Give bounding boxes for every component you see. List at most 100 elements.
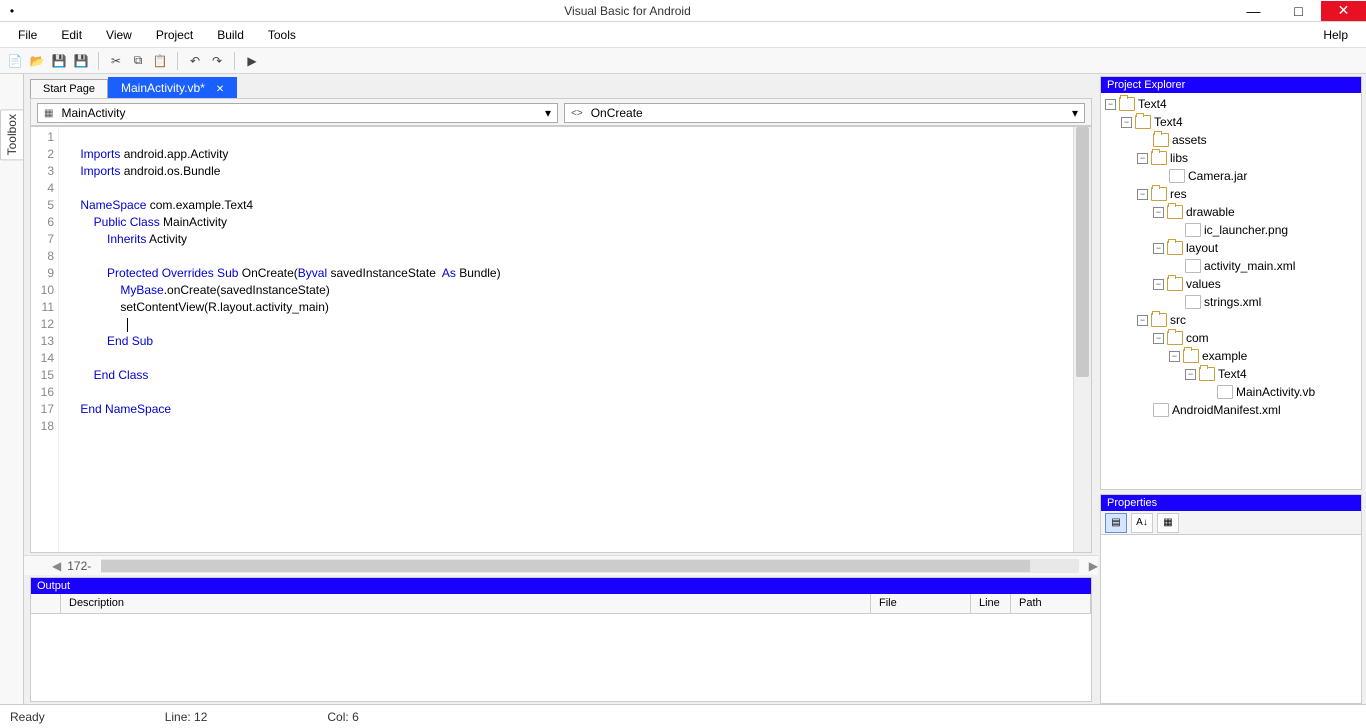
properties-panel: Properties ▤ A↓ ▦ (1100, 494, 1362, 704)
code-area[interactable]: Imports android.app.Activity Imports and… (59, 127, 1073, 552)
collapse-icon[interactable]: − (1185, 369, 1196, 380)
status-col: Col: 6 (327, 710, 358, 724)
method-dropdown[interactable]: <>OnCreate ▾ (564, 103, 1085, 123)
horizontal-scrollbar[interactable] (101, 559, 1079, 573)
categorized-icon[interactable]: ▤ (1105, 513, 1127, 533)
property-pages-icon[interactable]: ▦ (1157, 513, 1179, 533)
nav-right-icon[interactable]: ▶ (1089, 559, 1098, 573)
app-icon: • (0, 4, 24, 18)
collapse-icon[interactable]: − (1137, 153, 1148, 164)
toolbar: 📄 📂 💾 💾 ✂ ⧉ 📋 ↶ ↷ ▶ (0, 48, 1366, 74)
col-path[interactable]: Path (1011, 594, 1091, 613)
class-dropdown-label: MainActivity (61, 106, 125, 120)
window-title: Visual Basic for Android (24, 4, 1231, 18)
folder-icon (1199, 367, 1215, 381)
folder-icon (1167, 277, 1183, 291)
menu-tools[interactable]: Tools (256, 24, 308, 46)
vertical-scrollbar[interactable] (1073, 127, 1091, 552)
project-explorer-header: Project Explorer (1101, 77, 1361, 93)
collapse-icon[interactable]: − (1153, 333, 1164, 344)
menubar: File Edit View Project Build Tools Help (0, 22, 1366, 48)
tab-mainactivity[interactable]: MainActivity.vb* ✕ (108, 77, 237, 98)
folder-icon (1183, 349, 1199, 363)
folder-icon (1167, 241, 1183, 255)
properties-header: Properties (1101, 495, 1361, 511)
minimize-button[interactable]: — (1231, 1, 1276, 21)
paste-icon[interactable]: 📋 (151, 52, 169, 70)
nav-left-icon[interactable]: ◀ (52, 559, 61, 573)
undo-icon[interactable]: ↶ (186, 52, 204, 70)
new-file-icon[interactable]: 📄 (6, 52, 24, 70)
cut-icon[interactable]: ✂ (107, 52, 125, 70)
editor-footer: ◀ 172- ▶ (24, 555, 1098, 575)
status-ready: Ready (10, 710, 45, 724)
collapse-icon[interactable]: − (1137, 315, 1148, 326)
output-columns: Description File Line Path (31, 594, 1091, 614)
line-gutter: 123 456 789 101112 131415 161718 (31, 127, 59, 552)
save-all-icon[interactable]: 💾 (72, 52, 90, 70)
text-cursor (127, 318, 128, 332)
col-description[interactable]: Description (61, 594, 871, 613)
collapse-icon[interactable]: − (1169, 351, 1180, 362)
output-panel: Output Description File Line Path (30, 577, 1092, 702)
file-icon (1185, 295, 1201, 309)
footer-marker: 172- (67, 559, 91, 573)
folder-icon (1119, 97, 1135, 111)
close-tab-icon[interactable]: ✕ (216, 84, 224, 95)
navigation-bar: ▦ MainActivity ▾ <>OnCreate ▾ (30, 98, 1092, 126)
file-icon (1153, 403, 1169, 417)
menu-help[interactable]: Help (1311, 24, 1360, 46)
class-icon: ▦ (44, 108, 53, 119)
folder-icon (1167, 205, 1183, 219)
collapse-icon[interactable]: − (1153, 279, 1164, 290)
folder-icon (1151, 313, 1167, 327)
chevron-down-icon: ▾ (545, 106, 551, 120)
file-icon (1217, 385, 1233, 399)
save-icon[interactable]: 💾 (50, 52, 68, 70)
col-file[interactable]: File (871, 594, 971, 613)
folder-icon (1135, 115, 1151, 129)
maximize-button[interactable]: □ (1276, 1, 1321, 21)
menu-file[interactable]: File (6, 24, 49, 46)
titlebar: • Visual Basic for Android — □ ✕ (0, 0, 1366, 22)
col-line[interactable]: Line (971, 594, 1011, 613)
folder-icon (1151, 151, 1167, 165)
menu-edit[interactable]: Edit (49, 24, 94, 46)
output-header: Output (31, 578, 1091, 594)
toolbox-strip[interactable]: Toolbox (0, 74, 24, 704)
output-body (31, 614, 1091, 701)
alphabetical-icon[interactable]: A↓ (1131, 513, 1153, 533)
menu-view[interactable]: View (94, 24, 144, 46)
redo-icon[interactable]: ↷ (208, 52, 226, 70)
file-icon (1185, 223, 1201, 237)
tab-label: MainActivity.vb* (121, 81, 205, 95)
toolbox-label: Toolbox (0, 109, 24, 160)
menu-project[interactable]: Project (144, 24, 205, 46)
run-icon[interactable]: ▶ (243, 52, 261, 70)
close-button[interactable]: ✕ (1321, 1, 1366, 21)
menu-build[interactable]: Build (205, 24, 256, 46)
chevron-down-icon: ▾ (1072, 106, 1078, 120)
collapse-icon[interactable]: − (1137, 189, 1148, 200)
project-explorer-panel: Project Explorer −Text4 −Text4 assets −l… (1100, 76, 1362, 490)
collapse-icon[interactable]: − (1105, 99, 1116, 110)
folder-icon (1167, 331, 1183, 345)
method-dropdown-label: OnCreate (591, 106, 643, 120)
col-icon[interactable] (31, 594, 61, 613)
properties-body (1101, 535, 1361, 703)
class-dropdown[interactable]: ▦ MainActivity ▾ (37, 103, 558, 123)
collapse-icon[interactable]: − (1153, 243, 1164, 254)
collapse-icon[interactable]: − (1153, 207, 1164, 218)
code-editor[interactable]: 123 456 789 101112 131415 161718 Imports… (30, 126, 1092, 553)
document-tabs: Start Page MainActivity.vb* ✕ (24, 76, 1098, 98)
properties-toolbar: ▤ A↓ ▦ (1101, 511, 1361, 535)
open-icon[interactable]: 📂 (28, 52, 46, 70)
project-tree[interactable]: −Text4 −Text4 assets −libs Camera.jar −r… (1101, 93, 1361, 489)
statusbar: Ready Line: 12 Col: 6 (0, 704, 1366, 728)
collapse-icon[interactable]: − (1121, 117, 1132, 128)
status-line: Line: 12 (165, 710, 208, 724)
file-icon (1169, 169, 1185, 183)
folder-icon (1153, 133, 1169, 147)
tab-start-page[interactable]: Start Page (30, 79, 108, 98)
copy-icon[interactable]: ⧉ (129, 52, 147, 70)
